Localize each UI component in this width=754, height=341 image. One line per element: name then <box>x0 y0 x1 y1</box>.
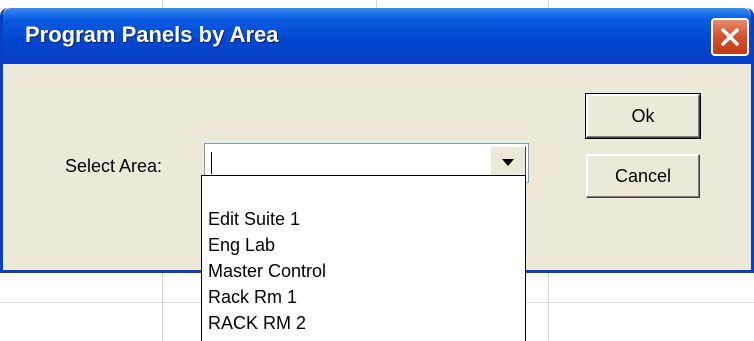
cancel-button[interactable]: Cancel <box>586 154 700 198</box>
list-item-master-control[interactable]: Master Control <box>208 258 525 284</box>
select-area-label: Select Area: <box>65 156 163 176</box>
list-item-edit-suite-1[interactable]: Edit Suite 1 <box>208 206 525 232</box>
title-bar[interactable]: Program Panels by Area <box>3 8 751 64</box>
list-item-rack-rm-1[interactable]: Rack Rm 1 <box>208 284 525 310</box>
area-dropdown-list: Edit Suite 1 Eng Lab Master Control Rack… <box>201 175 526 341</box>
list-item-eng-lab[interactable]: Eng Lab <box>208 232 525 258</box>
ok-button[interactable]: Ok <box>585 93 701 139</box>
dialog-title: Program Panels by Area <box>25 22 279 47</box>
close-button[interactable] <box>711 18 749 56</box>
list-item-rack-rm-2[interactable]: RACK RM 2 <box>208 310 525 336</box>
text-caret <box>211 152 212 174</box>
close-icon <box>721 28 739 46</box>
chevron-down-icon <box>502 159 514 166</box>
